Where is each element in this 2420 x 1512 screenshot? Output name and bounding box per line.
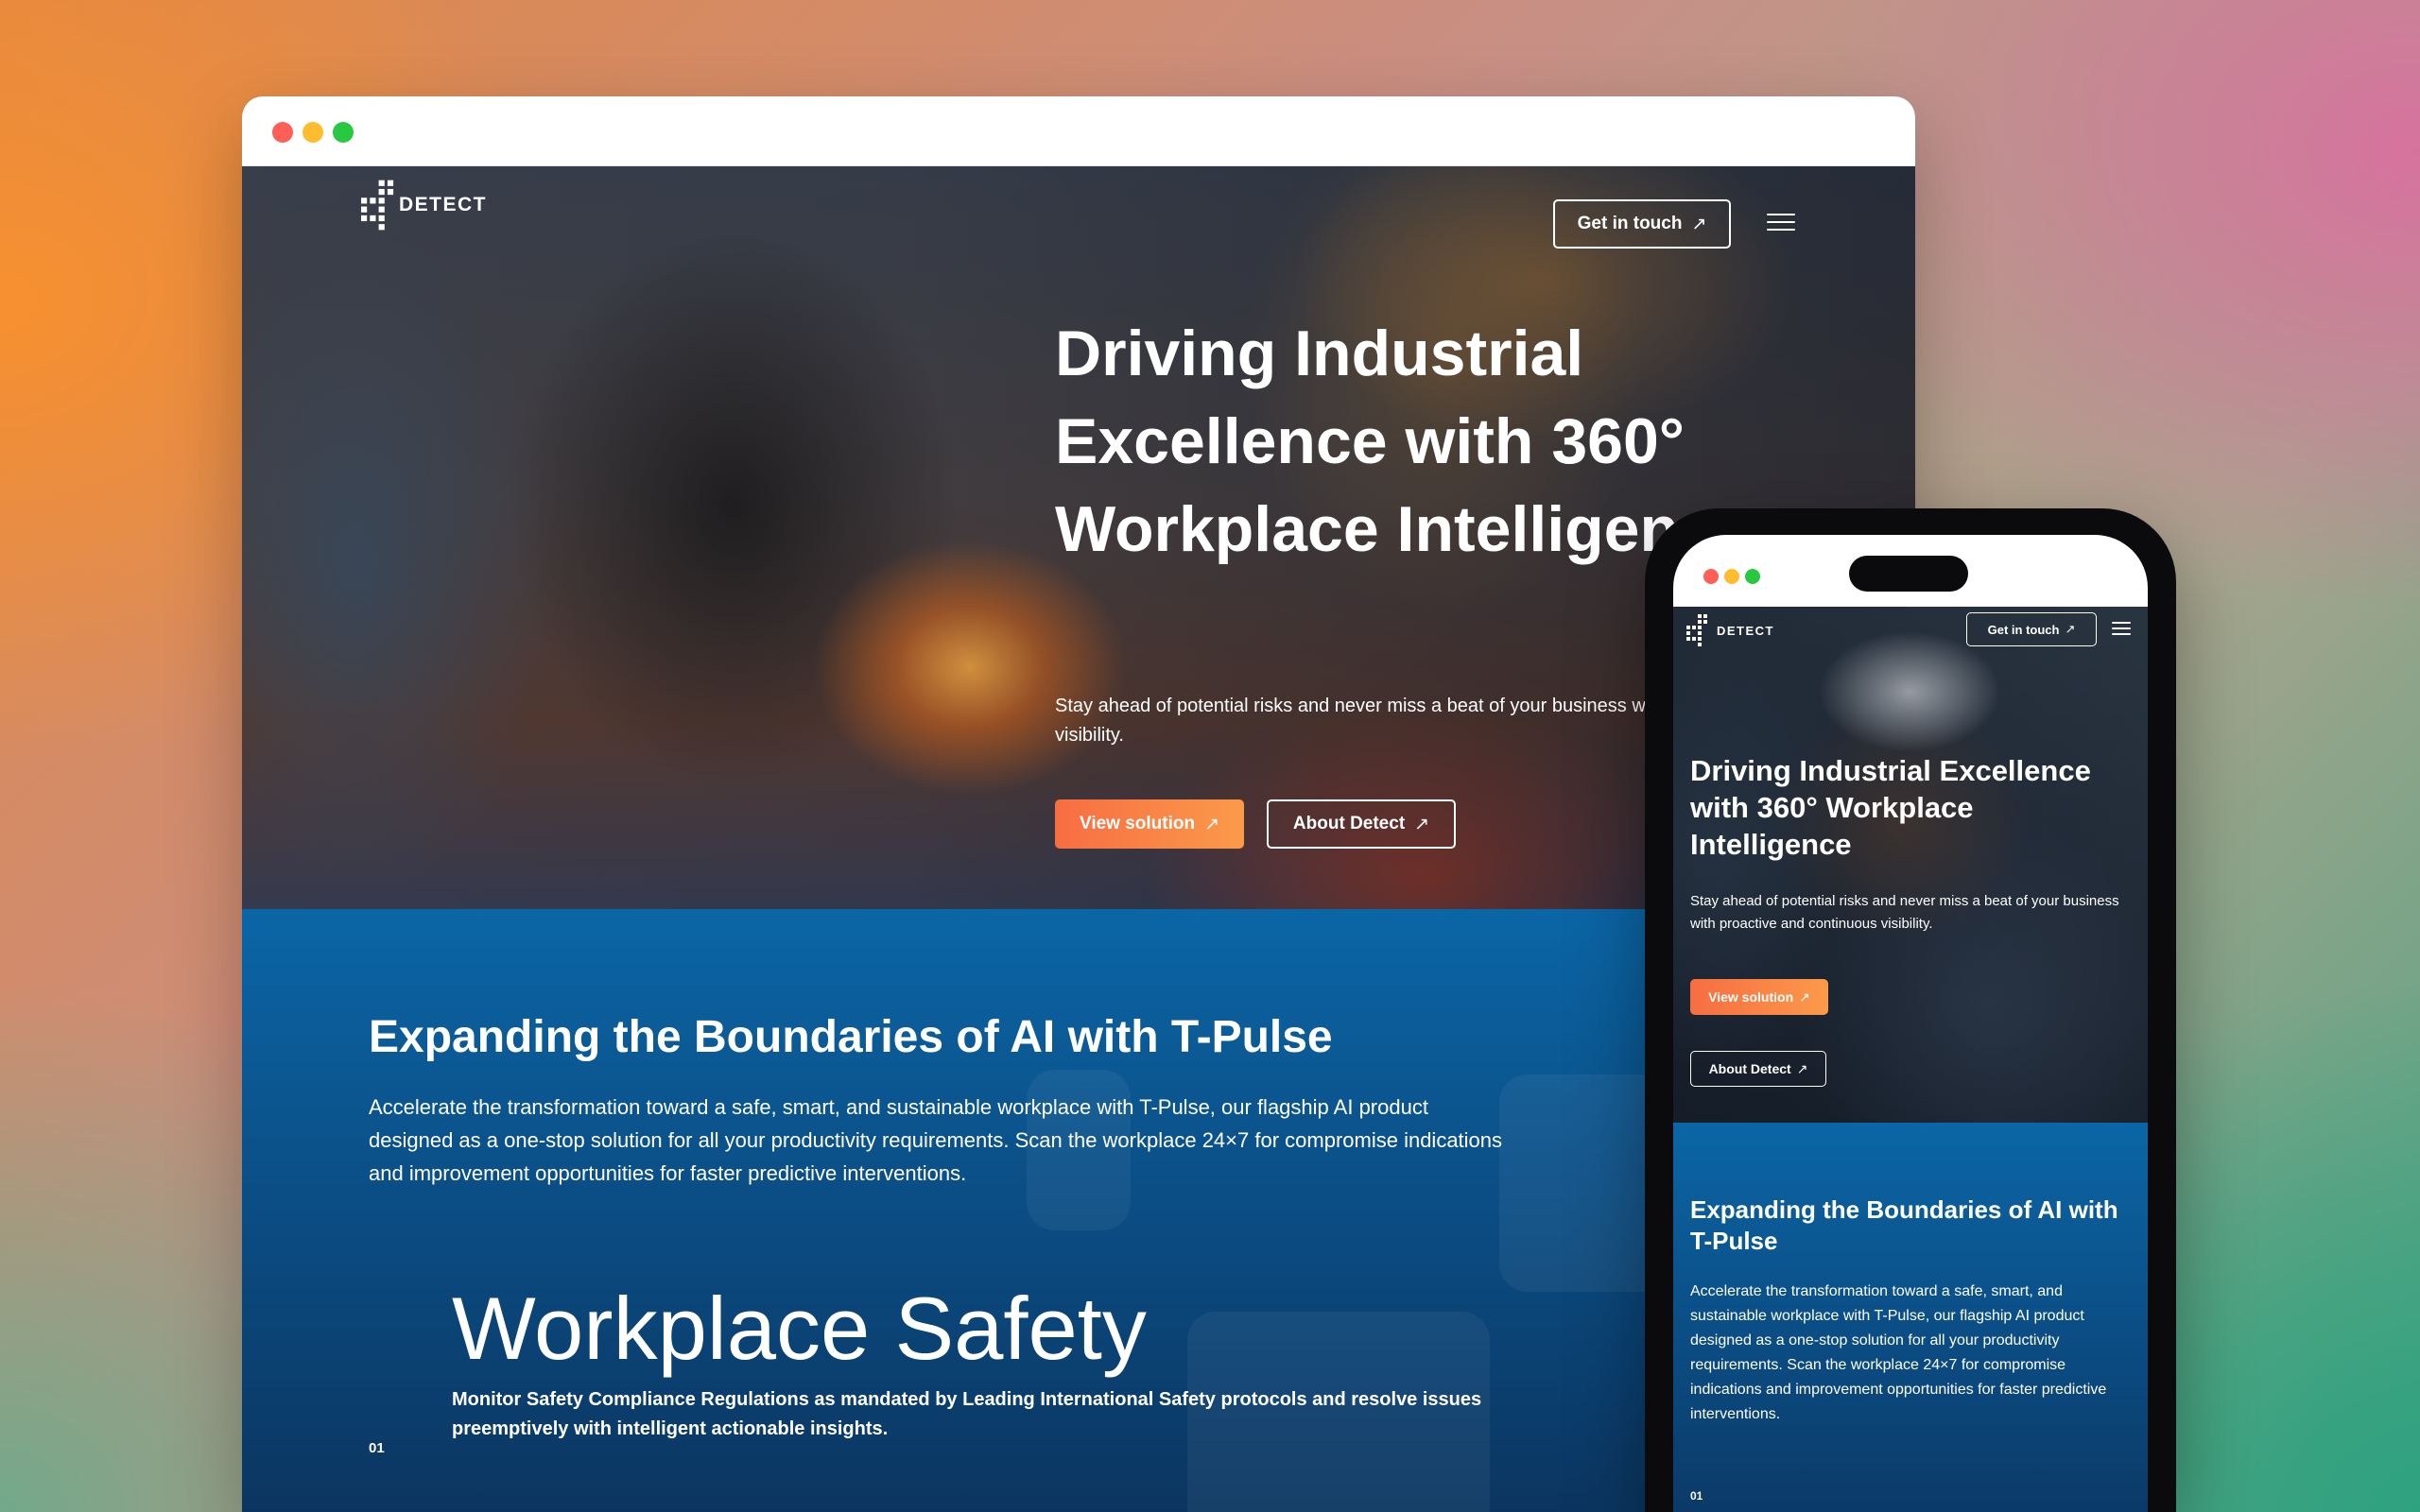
about-detect-button[interactable]: About Detect ↗	[1690, 1051, 1826, 1087]
get-in-touch-label: Get in touch	[1987, 622, 2060, 637]
get-in-touch-label: Get in touch	[1577, 214, 1683, 233]
about-detect-label: About Detect	[1708, 1061, 1791, 1076]
brand-name: DETECT	[399, 194, 487, 215]
hero-subtitle: Stay ahead of potential risks and never …	[1690, 893, 2119, 932]
mobile-screen: DETECT Get in touch ↗ Driving Industrial…	[1673, 535, 2148, 1512]
window-close-button[interactable]	[1703, 569, 1719, 584]
mobile-tpulse-section: Expanding the Boundaries of AI with T-Pu…	[1673, 1123, 2148, 1512]
window-minimize-button[interactable]	[302, 122, 323, 143]
window-maximize-button[interactable]	[1745, 569, 1760, 584]
mobile-hero-section: DETECT Get in touch ↗ Driving Industrial…	[1673, 607, 2148, 1123]
view-solution-button[interactable]: View solution ↗	[1055, 799, 1244, 849]
arrow-up-right-icon: ↗	[2065, 622, 2076, 636]
view-solution-label: View solution	[1079, 814, 1196, 833]
detect-logo-icon	[1686, 614, 1707, 646]
view-solution-label: View solution	[1708, 989, 1794, 1005]
detect-logo-icon	[361, 180, 394, 231]
hero-title: Driving Industrial Excellence with 360° …	[1690, 754, 2091, 861]
hamburger-menu-icon[interactable]	[1767, 214, 1795, 236]
window-maximize-button[interactable]	[333, 122, 354, 143]
tpulse-body: Accelerate the transformation toward a s…	[1690, 1283, 2107, 1422]
hero-image-overlay	[1673, 607, 2148, 1123]
arrow-up-right-icon: ↗	[1204, 814, 1220, 834]
brand-name: DETECT	[1717, 623, 1774, 638]
brand-logo[interactable]: DETECT	[361, 180, 487, 231]
view-solution-button[interactable]: View solution ↗	[1690, 979, 1828, 1015]
brand-logo[interactable]: DETECT	[1686, 614, 1774, 646]
get-in-touch-button[interactable]: Get in touch ↗	[1553, 199, 1731, 249]
feature-number: 01	[369, 1440, 385, 1456]
tpulse-heading: Expanding the Boundaries of AI with T-Pu…	[369, 1012, 1333, 1062]
about-detect-label: About Detect	[1292, 814, 1406, 833]
arrow-up-right-icon: ↗	[1414, 814, 1430, 834]
get-in-touch-button[interactable]: Get in touch ↗	[1966, 612, 2097, 646]
tpulse-body: Accelerate the transformation toward a s…	[369, 1095, 1503, 1185]
feature-title[interactable]: Workplace Safety	[452, 1278, 1147, 1380]
arrow-up-right-icon: ↗	[1796, 1060, 1808, 1076]
window-minimize-button[interactable]	[1724, 569, 1739, 584]
hamburger-menu-icon[interactable]	[2112, 622, 2131, 639]
arrow-up-right-icon: ↗	[1691, 214, 1707, 234]
mobile-phone-frame: DETECT Get in touch ↗ Driving Industrial…	[1645, 508, 2176, 1512]
feature-description: Monitor Safety Compliance Regulations as…	[452, 1389, 1482, 1439]
dynamic-island	[1849, 556, 1968, 592]
arrow-up-right-icon: ↗	[1799, 988, 1810, 1005]
feature-number: 01	[1690, 1489, 1703, 1503]
window-close-button[interactable]	[272, 122, 293, 143]
about-detect-button[interactable]: About Detect ↗	[1267, 799, 1456, 849]
tpulse-heading: Expanding the Boundaries of AI with T-Pu…	[1690, 1195, 2118, 1255]
browser-title-bar	[242, 96, 1915, 166]
